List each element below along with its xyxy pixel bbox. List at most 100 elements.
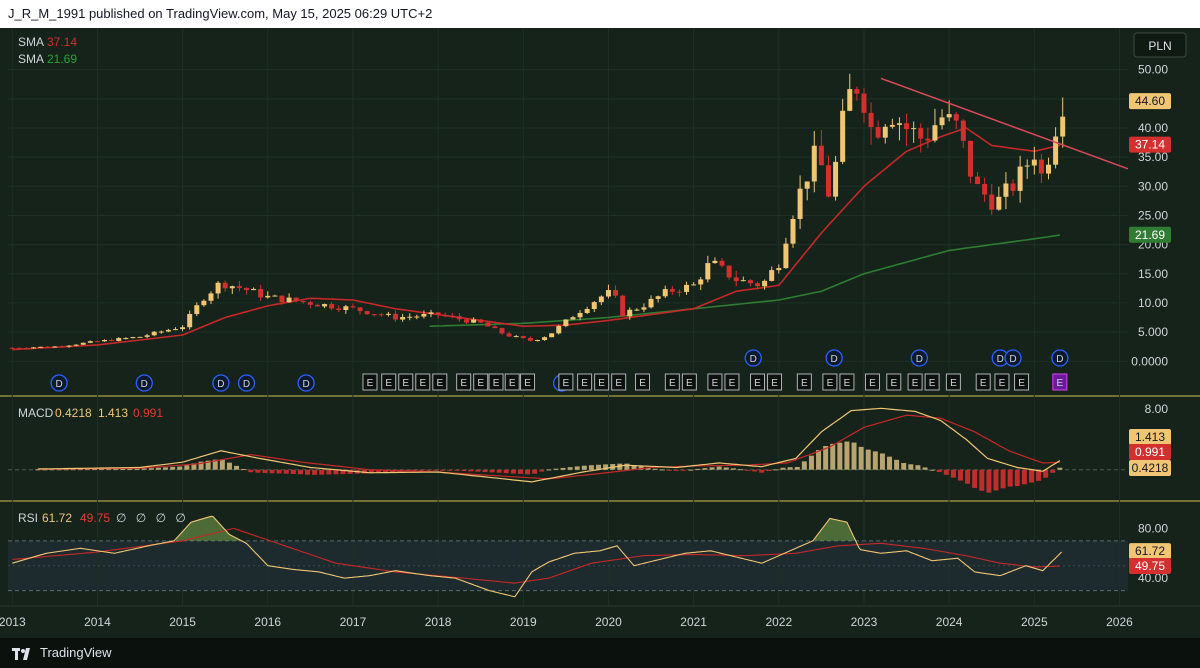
candle-body xyxy=(322,304,328,307)
macd-histogram-bar xyxy=(560,467,566,470)
macd-histogram-bar xyxy=(319,469,325,475)
price-label-text: 37.14 xyxy=(1135,138,1165,152)
macd-histogram-bar xyxy=(730,468,736,470)
macd-histogram-bar xyxy=(305,469,311,475)
candle-body xyxy=(818,145,824,166)
macd-histogram-bar xyxy=(965,469,971,484)
macd-histogram-bar xyxy=(887,456,893,470)
candle-body xyxy=(733,277,739,282)
macd-histogram-bar xyxy=(418,469,424,471)
chart-svg[interactable]: DDDDDDDDDDDDEEEEEEEEEEEEEEEEEEEEEEEEEEEE… xyxy=(0,28,1200,638)
macd-histogram-bar xyxy=(468,469,474,472)
candle-body xyxy=(527,338,533,341)
dividend-marker-label: D xyxy=(302,379,309,390)
time-tick-label: 2023 xyxy=(851,615,878,629)
candle-body xyxy=(442,314,448,316)
earnings-marker-label: E xyxy=(1018,378,1025,389)
macd-histogram-bar xyxy=(808,455,814,470)
candle-body xyxy=(194,305,200,315)
candle-body xyxy=(676,291,682,293)
macd-histogram-bar xyxy=(1050,469,1056,473)
macd-histogram-bar xyxy=(1057,467,1063,470)
currency-button[interactable]: PLN xyxy=(1133,32,1187,58)
candle-body xyxy=(45,346,51,348)
price-label-text: 44.60 xyxy=(1135,94,1165,108)
candle-body xyxy=(456,316,462,320)
macd-histogram-bar xyxy=(248,469,254,473)
dividend-marker-label: D xyxy=(141,379,148,390)
rsi-name: RSI xyxy=(18,511,38,525)
candle-body xyxy=(833,161,839,197)
candle-body xyxy=(187,314,193,328)
candle-body xyxy=(783,243,789,269)
price-tick-label: 25.00 xyxy=(1138,208,1168,222)
candle-body xyxy=(605,290,611,297)
candle-body xyxy=(329,304,335,309)
dividend-marker-label: D xyxy=(217,379,224,390)
candle-body xyxy=(251,288,257,291)
macd-histogram-bar xyxy=(766,469,772,472)
candle-body xyxy=(59,346,65,348)
macd-histogram-bar xyxy=(943,469,949,475)
candle-body xyxy=(591,302,597,309)
chart-frame: DDDDDDDDDDDDEEEEEEEEEEEEEEEEEEEEEEEEEEEE… xyxy=(0,28,1200,638)
candle-body xyxy=(634,309,640,311)
candle-body xyxy=(31,347,37,349)
candle-body xyxy=(385,313,391,315)
earnings-marker-label: E xyxy=(980,378,987,389)
earnings-marker-label: E xyxy=(436,378,443,389)
earnings-marker-label: E xyxy=(639,378,646,389)
earnings-marker-label: E xyxy=(929,378,936,389)
rsi-axis-label: 80.00 xyxy=(1138,521,1168,535)
earnings-marker-label: E xyxy=(999,378,1006,389)
candle-body xyxy=(378,314,384,316)
candle-body xyxy=(556,326,562,334)
macd-histogram-bar xyxy=(972,469,978,488)
candle-body xyxy=(336,308,342,311)
candle-body xyxy=(435,312,441,315)
candle-body xyxy=(797,188,803,219)
macd-histogram-bar xyxy=(574,466,580,470)
candle-body xyxy=(23,348,29,350)
candle-body xyxy=(9,347,15,349)
candle-body xyxy=(1053,136,1059,165)
macd-histogram-bar xyxy=(312,469,318,475)
earnings-marker-label: E xyxy=(686,378,693,389)
macd-histogram-bar xyxy=(425,469,431,471)
candle-body xyxy=(811,145,817,182)
time-tick-label: 2020 xyxy=(595,615,622,629)
macd-histogram-bar xyxy=(475,469,481,472)
candle-body xyxy=(641,307,647,310)
macd-histogram-bar xyxy=(858,446,864,470)
earnings-marker-label: E xyxy=(581,378,588,389)
macd-histogram-bar xyxy=(950,469,956,478)
dividend-marker-label: D xyxy=(243,379,250,390)
candle-body xyxy=(400,317,406,320)
time-tick-label: 2021 xyxy=(680,615,707,629)
macd-histogram-bar xyxy=(759,469,765,473)
candle-body xyxy=(896,123,902,125)
price-tick-label: 0.0000 xyxy=(1131,354,1168,368)
candle-body xyxy=(655,296,661,299)
candle-body xyxy=(229,286,235,289)
candle-body xyxy=(464,319,470,323)
sma1-name: SMA xyxy=(18,35,44,49)
candle-body xyxy=(236,286,242,288)
candle-body xyxy=(222,282,228,289)
candle-body xyxy=(286,297,292,303)
macd-histogram-bar xyxy=(134,468,140,470)
candle-body xyxy=(414,316,420,318)
sma-fast-line xyxy=(12,127,1061,351)
macd-histogram-bar xyxy=(1021,469,1027,485)
candle-body xyxy=(293,297,299,302)
candle-body xyxy=(144,335,150,337)
candle-body xyxy=(428,312,434,314)
price-label-text: 21.69 xyxy=(1135,228,1165,242)
earnings-marker-label: E xyxy=(509,378,516,389)
candle-body xyxy=(215,282,221,294)
earnings-marker-label: E xyxy=(367,378,374,389)
macd-histogram-bar xyxy=(553,468,559,470)
sma-legend-2: SMA 21.69 xyxy=(18,52,77,66)
earnings-marker-label: E xyxy=(669,378,676,389)
sma2-value: 21.69 xyxy=(47,52,77,66)
